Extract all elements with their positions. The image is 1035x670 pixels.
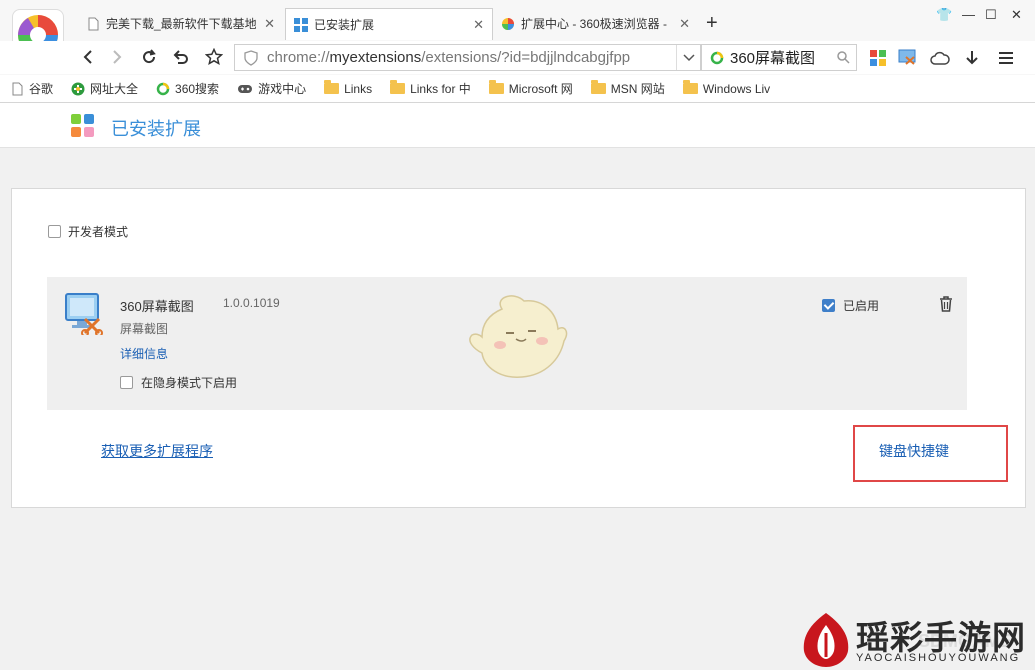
folder-icon	[682, 80, 698, 94]
folder-icon	[590, 80, 606, 94]
search360-icon	[710, 51, 724, 64]
chevron-down-icon	[682, 53, 695, 61]
skin-icon[interactable]: 👕	[936, 7, 952, 23]
screenshot-extension-icon	[65, 293, 103, 335]
folder-icon	[488, 80, 504, 94]
bookmark-label: 360搜索	[175, 82, 220, 96]
gamepad-icon	[238, 84, 253, 93]
folder-icon	[324, 80, 340, 94]
tab-close-icon[interactable]: ✕	[473, 17, 484, 33]
tab-installed-extensions[interactable]: 已安装扩展 ✕	[285, 8, 493, 40]
toolbar: chrome://myextensions/extensions/?id=bdj…	[0, 41, 1035, 74]
tab-close-icon[interactable]: ✕	[679, 16, 690, 32]
extension-enabled-label: 已启用	[843, 299, 880, 313]
tab-close-icon[interactable]: ✕	[264, 16, 275, 32]
browser-chrome: 完美下载_最新软件下载基地 ✕ 已安装扩展 ✕ 扩展中心 - 360极速浏览器 …	[0, 0, 1035, 103]
bookmark-label: 游戏中心	[258, 82, 307, 96]
developer-mode-toggle[interactable]: 开发者模式	[48, 223, 128, 240]
bookmark-game-center[interactable]: 游戏中心	[237, 80, 306, 97]
extension-details-link[interactable]: 详细信息	[120, 345, 168, 362]
watermark-logo-icon	[803, 613, 849, 667]
search-box[interactable]: 360屏幕截图	[701, 44, 857, 71]
reload-icon	[143, 49, 156, 64]
pinwheel-icon	[502, 17, 514, 30]
incognito-toggle[interactable]: 在隐身模式下启用	[120, 374, 237, 391]
extension-name: 360屏幕截图	[120, 299, 194, 314]
mascot-watermark-icon	[469, 295, 568, 378]
extension-enabled-toggle[interactable]: 已启用	[822, 297, 879, 314]
extensions-grid-icon	[71, 114, 95, 138]
new-tab-button[interactable]: +	[706, 12, 718, 35]
watermark-pinyin: YAOCAISHOUYOUWANG	[856, 652, 1021, 664]
bookmark-url-directory[interactable]: 网址大全	[71, 80, 138, 97]
site-watermark: SDMGAME 瑶彩手游网 YAOCAISHOUYOUWANG	[798, 605, 1034, 670]
page-header: 已安装扩展	[0, 103, 1035, 148]
reload-button[interactable]	[137, 45, 161, 69]
address-bar[interactable]: chrome://myextensions/extensions/?id=bdj…	[234, 44, 701, 71]
bookmark-windows-live[interactable]: Windows Liv	[682, 80, 771, 96]
bookmark-label: Links for 中	[410, 82, 471, 96]
apps-grid-icon[interactable]	[868, 48, 888, 68]
incognito-label: 在隐身模式下启用	[141, 376, 238, 390]
close-window-button[interactable]: ✕	[1011, 7, 1022, 23]
maximize-button[interactable]: ☐	[985, 7, 997, 23]
page-icon	[88, 17, 99, 30]
get-more-extensions-link[interactable]: 获取更多扩展程序	[101, 441, 213, 461]
search-input[interactable]: 360屏幕截图	[730, 47, 815, 68]
compass-icon	[71, 82, 85, 95]
screenshot-icon[interactable]	[898, 48, 918, 68]
developer-mode-label: 开发者模式	[68, 225, 129, 239]
undo-icon	[173, 50, 188, 64]
forward-arrow-icon	[113, 50, 122, 64]
bookmark-links[interactable]: Links	[324, 80, 373, 96]
tab-wanmei[interactable]: 完美下载_最新软件下载基地 ✕	[78, 8, 283, 39]
bookmarks-bar: 谷歌 网址大全 360搜索 游戏中心 Links Links for 中 Mic…	[0, 75, 1035, 102]
bookmark-label: Windows Liv	[702, 81, 771, 96]
minimize-button[interactable]: —	[962, 7, 975, 22]
address-dropdown-button[interactable]	[676, 45, 700, 70]
undo-button[interactable]	[169, 45, 193, 69]
bookmark-microsoft[interactable]: Microsoft 网	[488, 80, 573, 97]
star-icon	[205, 48, 223, 66]
bookmark-google[interactable]: 谷歌	[10, 80, 53, 97]
folder-icon	[390, 80, 406, 94]
page-icon	[12, 82, 23, 95]
bookmark-360-search[interactable]: 360搜索	[156, 80, 219, 97]
menu-icon[interactable]	[996, 48, 1016, 68]
tab-title: 扩展中心 - 360极速浏览器 -	[521, 17, 668, 31]
extension-description: 屏幕截图	[120, 322, 169, 336]
extension-enabled-checkbox[interactable]	[822, 299, 835, 312]
trash-icon[interactable]	[939, 296, 953, 312]
extensions-panel: 开发者模式 360屏幕截图 1.0.0.1019 屏幕截图 详细信息 在隐身模式…	[11, 188, 1026, 508]
back-button[interactable]	[76, 45, 100, 69]
bookmark-label: Links	[344, 81, 373, 96]
developer-mode-checkbox[interactable]	[48, 225, 61, 238]
back-arrow-icon	[83, 50, 92, 64]
extensions-grid-icon	[294, 17, 308, 32]
bookmark-label: 网址大全	[90, 82, 139, 96]
page-title: 已安装扩展	[111, 119, 201, 139]
search360-icon	[156, 82, 170, 95]
cloud-icon[interactable]	[930, 48, 950, 68]
bookmark-label: Microsoft 网	[508, 82, 573, 96]
tab-title: 已安装扩展	[314, 18, 375, 32]
bookmark-label: MSN 网站	[610, 82, 665, 96]
tab-title: 完美下载_最新软件下载基地	[106, 17, 256, 31]
bookmark-msn[interactable]: MSN 网站	[590, 80, 665, 97]
incognito-checkbox[interactable]	[120, 376, 133, 389]
forward-button[interactable]	[105, 45, 129, 69]
download-icon[interactable]	[962, 48, 982, 68]
bookmark-links-for[interactable]: Links for 中	[390, 80, 471, 97]
shield-icon	[244, 49, 258, 66]
bookmark-label: 谷歌	[29, 82, 54, 96]
url-text: chrome://myextensions/extensions/?id=bdj…	[267, 49, 631, 66]
bookmark-star-button[interactable]	[202, 45, 226, 69]
extension-item: 360屏幕截图 1.0.0.1019 屏幕截图 详细信息 在隐身模式下启用 已启…	[47, 277, 967, 410]
tab-extension-center[interactable]: 扩展中心 - 360极速浏览器 - ✕	[493, 8, 698, 39]
magnifier-icon[interactable]	[836, 50, 850, 64]
keyboard-shortcuts-link[interactable]: 键盘快捷键	[879, 441, 949, 461]
extension-version: 1.0.0.1019	[223, 296, 280, 310]
